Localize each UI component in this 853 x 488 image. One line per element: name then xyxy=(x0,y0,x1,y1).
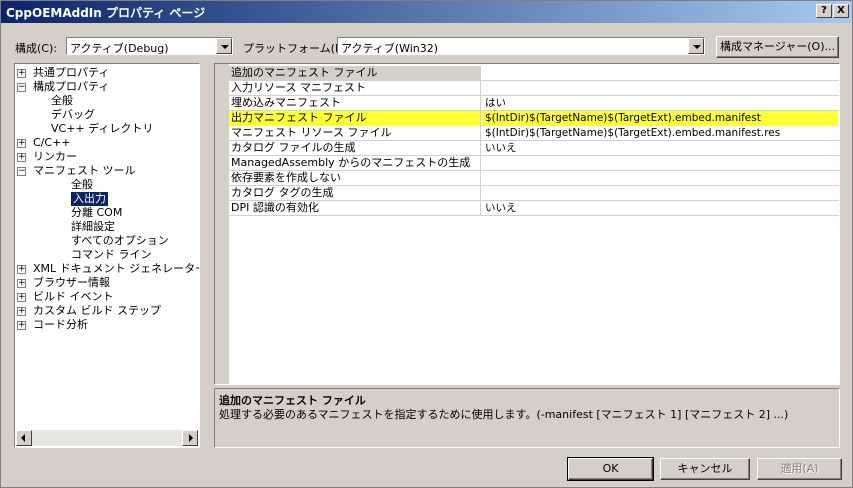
collapse-icon[interactable]: − xyxy=(17,83,26,92)
config-combo[interactable]: アクティブ(Debug) xyxy=(66,37,233,55)
property-name: 依存要素を作成しない xyxy=(229,171,481,186)
expand-icon[interactable]: + xyxy=(17,321,26,330)
property-value[interactable]: いいえ xyxy=(482,201,838,216)
chevron-down-icon[interactable] xyxy=(216,38,232,54)
grid-gutter xyxy=(215,64,229,384)
tree-node[interactable]: VC++ ディレクトリ xyxy=(51,122,153,136)
tree-node[interactable]: 共通プロパティ xyxy=(33,66,109,80)
expand-icon[interactable]: + xyxy=(17,279,26,288)
property-row[interactable]: 出力マニフェスト ファイル $(IntDir)$(TargetName)$(Tar… xyxy=(229,111,839,126)
property-value[interactable]: はい xyxy=(482,96,838,111)
tree-node[interactable]: コード分析 xyxy=(33,318,88,332)
property-value[interactable] xyxy=(482,81,838,96)
property-name: カタログ タグの生成 xyxy=(229,186,481,201)
property-row[interactable]: 埋め込みマニフェスト はい xyxy=(229,96,839,111)
expand-icon[interactable]: + xyxy=(17,153,26,162)
properties-dialog: CppOEMAddIn プロパティ ページ ? X 構成(C): アクティブ(D… xyxy=(0,0,853,488)
property-name: 追加のマニフェスト ファイル xyxy=(229,66,481,81)
tree-node[interactable]: ビルド イベント xyxy=(33,290,114,304)
tree-horizontal-scrollbar[interactable] xyxy=(16,430,198,446)
property-name: 埋め込みマニフェスト xyxy=(229,96,481,111)
expand-icon[interactable]: + xyxy=(17,307,26,316)
ok-button[interactable]: OK xyxy=(567,457,654,481)
tree-node[interactable]: ブラウザー情報 xyxy=(33,276,110,290)
chevron-down-icon[interactable] xyxy=(688,38,704,54)
property-name: ManagedAssembly からのマニフェストの生成 xyxy=(229,156,481,171)
scroll-right-icon[interactable] xyxy=(182,430,198,446)
expand-icon[interactable]: + xyxy=(17,69,26,78)
description-body: 処理する必要のあるマニフェストを指定するために使用します。(-manifest … xyxy=(219,408,789,421)
expand-icon[interactable]: + xyxy=(17,265,26,274)
property-grid[interactable]: 追加のマニフェスト ファイル 入力リソース マニフェスト 埋め込みマニフェスト はい出… xyxy=(214,63,840,385)
expand-icon[interactable]: + xyxy=(17,293,26,302)
property-value[interactable]: $(IntDir)$(TargetName)$(TargetExt).embed… xyxy=(482,126,838,141)
tree-node[interactable]: 入出力 xyxy=(71,192,108,206)
cancel-button[interactable]: キャンセル xyxy=(660,458,750,480)
tree-node[interactable]: コマンド ライン xyxy=(71,248,152,262)
property-name: DPI 認識の有効化 xyxy=(229,201,481,216)
platform-label: プラットフォーム(P): xyxy=(243,42,350,55)
config-value: アクティブ(Debug) xyxy=(70,42,169,55)
tree-node[interactable]: マニフェスト ツール xyxy=(33,164,136,178)
property-value[interactable]: $(IntDir)$(TargetName)$(TargetExt).embed… xyxy=(482,111,838,126)
property-name: 出力マニフェスト ファイル xyxy=(229,111,481,126)
tree-node[interactable]: C/C++ xyxy=(33,136,71,150)
help-button[interactable]: ? xyxy=(816,4,832,18)
tree-node[interactable]: カスタム ビルド ステップ xyxy=(33,304,161,318)
property-row[interactable]: 依存要素を作成しない xyxy=(229,171,839,186)
collapse-icon[interactable]: − xyxy=(17,167,26,176)
tree-node[interactable]: 分離 COM xyxy=(71,206,122,220)
property-row[interactable]: マニフェスト リソース ファイル $(IntDir)$(TargetName)$(… xyxy=(229,126,839,141)
config-manager-button[interactable]: 構成マネージャー(O)... xyxy=(716,36,839,58)
title-bar: CppOEMAddIn プロパティ ページ ? X xyxy=(1,1,852,23)
apply-button[interactable]: 適用(A) xyxy=(757,458,842,480)
expand-icon[interactable]: + xyxy=(17,139,26,148)
tree-node[interactable]: リンカー xyxy=(33,150,77,164)
property-name: 入力リソース マニフェスト xyxy=(229,81,481,96)
property-name: マニフェスト リソース ファイル xyxy=(229,126,481,141)
property-value[interactable] xyxy=(482,171,838,186)
tree-node[interactable]: 全般 xyxy=(71,178,93,192)
property-tree[interactable]: + 共通プロパティ − 構成プロパティ 全般 デバッグ VC++ ディレクトリ + C/C++ +… xyxy=(14,63,200,448)
tree-node[interactable]: 全般 xyxy=(51,94,73,108)
property-row[interactable]: 追加のマニフェスト ファイル xyxy=(229,66,839,81)
tree-node[interactable]: すべてのオプション xyxy=(71,234,169,248)
property-value[interactable] xyxy=(482,66,838,81)
tree-node[interactable]: XML ドキュメント ジェネレーター xyxy=(33,262,199,276)
platform-value: アクティブ(Win32) xyxy=(341,42,439,55)
tree-node[interactable]: 詳細設定 xyxy=(71,220,115,234)
property-name: カタログ ファイルの生成 xyxy=(229,141,481,156)
tree-node[interactable]: 構成プロパティ xyxy=(33,80,109,94)
property-row[interactable]: ManagedAssembly からのマニフェストの生成 xyxy=(229,156,839,171)
property-value[interactable]: いいえ xyxy=(482,141,838,156)
property-row[interactable]: カタログ ファイルの生成 いいえ xyxy=(229,141,839,156)
window-title: CppOEMAddIn プロパティ ページ xyxy=(6,6,206,20)
property-value[interactable] xyxy=(482,186,838,201)
scroll-left-icon[interactable] xyxy=(16,430,32,446)
close-button[interactable]: X xyxy=(833,4,849,18)
property-value[interactable] xyxy=(482,156,838,171)
property-row[interactable]: カタログ タグの生成 xyxy=(229,186,839,201)
property-row[interactable]: DPI 認識の有効化 いいえ xyxy=(229,201,839,216)
property-row[interactable]: 入力リソース マニフェスト xyxy=(229,81,839,96)
platform-combo[interactable]: アクティブ(Win32) xyxy=(337,37,705,55)
description-panel: 追加のマニフェスト ファイル 処理する必要のあるマニフェストを指定するために使用… xyxy=(214,388,840,448)
tree-node[interactable]: デバッグ xyxy=(51,108,95,122)
config-label: 構成(C): xyxy=(15,42,57,55)
